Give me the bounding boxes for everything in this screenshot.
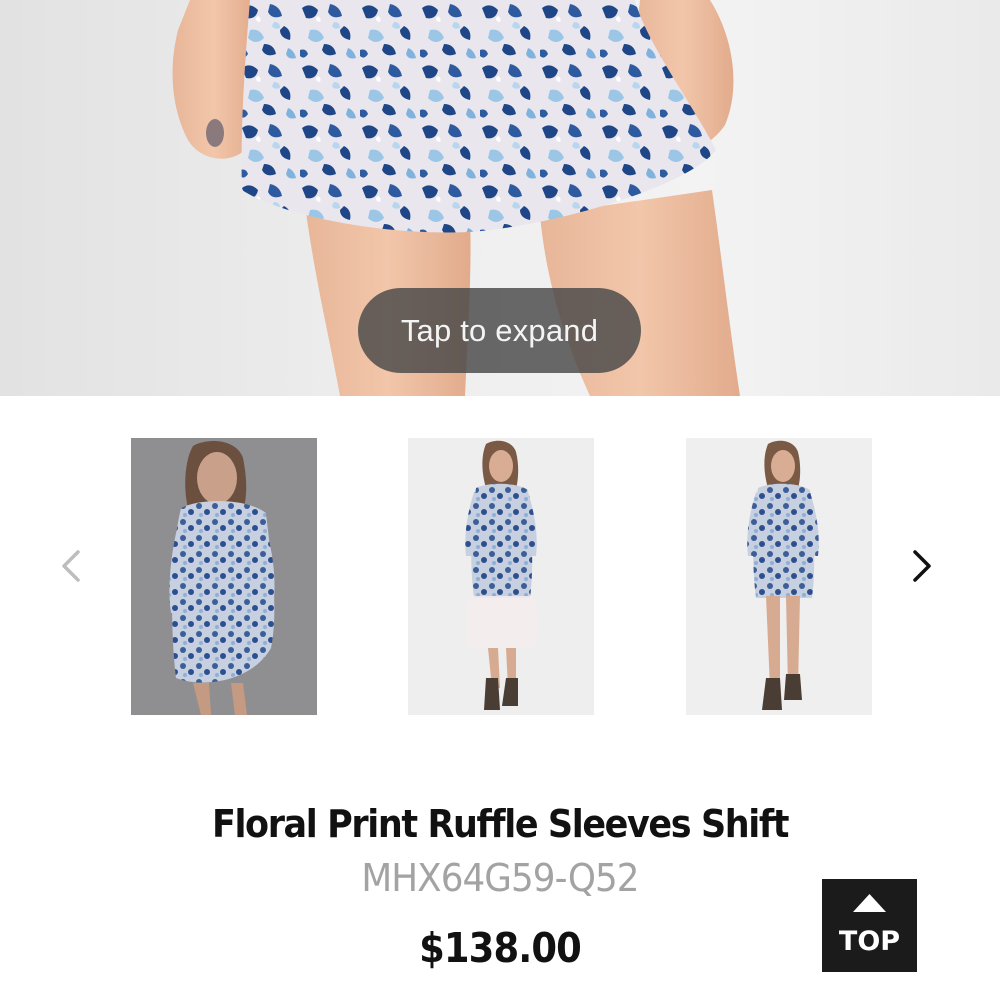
chevron-left-icon[interactable]: [52, 546, 92, 586]
chevron-right-icon[interactable]: [903, 546, 943, 586]
thumbnail-3[interactable]: [686, 438, 872, 715]
tap-to-expand-hint[interactable]: Tap to expand: [358, 288, 641, 373]
thumbnail-2-photo: [408, 438, 594, 715]
main-product-image[interactable]: Tap to expand: [0, 0, 1000, 396]
triangle-up-icon: [853, 894, 886, 912]
product-detail-page: Tap to expand Floral Print Ruffle Sleeve…: [0, 0, 1000, 1000]
back-to-top-button[interactable]: TOP: [822, 879, 917, 972]
thumbnail-carousel: [0, 396, 1000, 756]
product-price: $138.00: [419, 924, 582, 972]
thumbnail-2[interactable]: [408, 438, 594, 715]
thumbnail-3-photo: [686, 438, 872, 715]
thumbnail-1-photo: [131, 438, 317, 715]
thumbnail-1[interactable]: [131, 438, 317, 715]
back-to-top-label: TOP: [838, 926, 901, 957]
product-title: Floral Print Ruffle Sleeves Shift: [211, 802, 789, 846]
